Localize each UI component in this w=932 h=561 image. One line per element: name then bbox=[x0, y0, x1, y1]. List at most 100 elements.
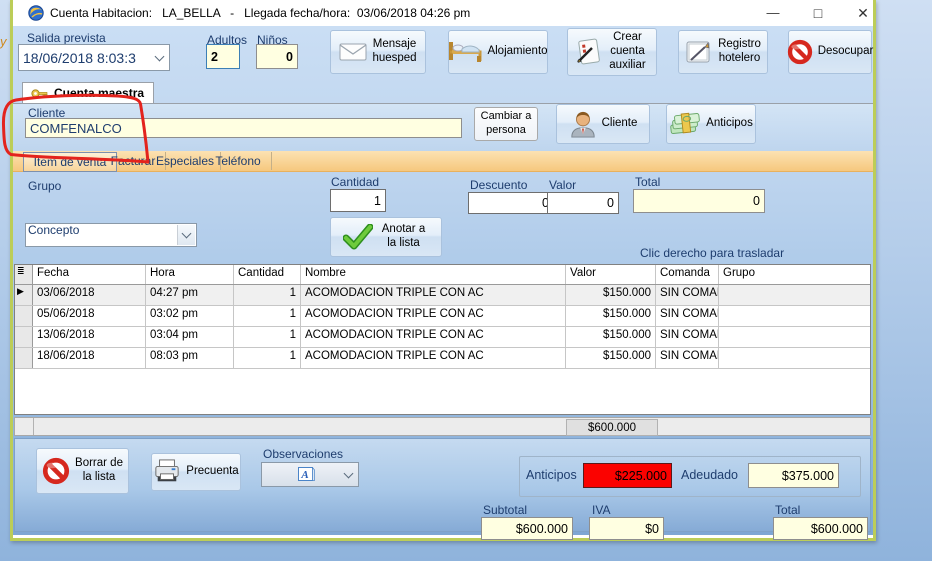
cell-grupo bbox=[719, 327, 870, 347]
col-header-hora[interactable]: Hora bbox=[146, 265, 234, 284]
anotar-a-la-lista-button[interactable]: Anotar a la lista bbox=[330, 217, 442, 257]
adultos-input[interactable]: 2 bbox=[206, 44, 240, 69]
grid-footer-selector-cell bbox=[15, 418, 34, 435]
cantidad-label: Cantidad bbox=[331, 175, 379, 189]
items-grid[interactable]: ≣ Fecha Hora Cantidad Nombre Valor Coman… bbox=[14, 264, 871, 415]
a-icon: A bbox=[298, 467, 315, 482]
cell-valor: $150.000 bbox=[566, 327, 656, 347]
cambiar-a-persona-label: Cambiar a persona bbox=[477, 110, 535, 138]
money-icon bbox=[669, 112, 701, 136]
col-header-grupo[interactable]: Grupo bbox=[719, 265, 870, 284]
row-selector[interactable] bbox=[15, 327, 33, 347]
cell-nombre: ACOMODACION TRIPLE CON AC bbox=[301, 285, 566, 305]
grid-footer: $600.000 bbox=[14, 417, 871, 436]
cell-hora: 04:27 pm bbox=[146, 285, 234, 305]
iva-label: IVA bbox=[592, 503, 610, 517]
valor-label: Valor bbox=[549, 178, 576, 192]
adeudado-value: $375.000 bbox=[748, 463, 839, 488]
cell-fecha: 05/06/2018 bbox=[33, 306, 146, 326]
precuenta-button[interactable]: Precuenta bbox=[151, 453, 241, 491]
grid-header-row: ≣ Fecha Hora Cantidad Nombre Valor Coman… bbox=[15, 265, 870, 285]
row-selector[interactable] bbox=[15, 306, 33, 326]
sub-tabstrip: Item de venta Facturar Especiales Teléfo… bbox=[13, 151, 873, 172]
alojamiento-label: Alojamiento bbox=[487, 45, 547, 59]
cell-grupo bbox=[719, 285, 870, 305]
printer-icon bbox=[153, 459, 181, 485]
anticipos-button[interactable]: Anticipos bbox=[666, 104, 756, 144]
cell-valor: $150.000 bbox=[566, 285, 656, 305]
desktop-background: y Cuenta Habitacion: LA_BELLA - Llegada … bbox=[0, 0, 932, 561]
ninos-input[interactable]: 0 bbox=[256, 44, 298, 69]
no-entry-icon bbox=[787, 39, 813, 65]
cell-grupo bbox=[719, 306, 870, 326]
tab-cuenta-maestra[interactable]: Cuenta maestra bbox=[22, 82, 154, 103]
table-row[interactable]: 13/06/2018 03:04 pm 1 ACOMODACION TRIPLE… bbox=[15, 327, 870, 348]
row-selector[interactable] bbox=[15, 348, 33, 368]
tab-telefono[interactable]: Teléfono bbox=[205, 152, 272, 170]
cambiar-a-persona-button[interactable]: Cambiar a persona bbox=[474, 107, 538, 141]
cell-hora: 08:03 pm bbox=[146, 348, 234, 368]
desocupar-button[interactable]: Desocupar bbox=[788, 30, 872, 74]
table-row[interactable]: 18/06/2018 08:03 pm 1 ACOMODACION TRIPLE… bbox=[15, 348, 870, 369]
subtotal-label: Subtotal bbox=[483, 503, 527, 517]
cliente-button-label: Cliente bbox=[602, 117, 638, 131]
bed-icon bbox=[448, 40, 482, 64]
bottom-panel: Borrar de la lista Precuenta Observacion… bbox=[14, 438, 871, 532]
row-selected-marker: ▶ bbox=[15, 285, 33, 305]
cell-hora: 03:04 pm bbox=[146, 327, 234, 347]
close-button[interactable]: ✕ bbox=[843, 0, 883, 26]
mensaje-huesped-button[interactable]: Mensaje huesped bbox=[330, 30, 426, 74]
chevron-down-icon[interactable] bbox=[151, 46, 168, 69]
concepto-label: Concepto bbox=[28, 223, 79, 237]
cliente-input[interactable]: COMFENALCO bbox=[25, 118, 462, 138]
registro-hotelero-label: Registro hotelero bbox=[718, 38, 762, 66]
alojamiento-button[interactable]: Alojamiento bbox=[448, 30, 548, 74]
cell-grupo bbox=[719, 348, 870, 368]
borrar-de-la-lista-label: Borrar de la lista bbox=[75, 457, 123, 485]
tab-item-de-venta-label: Item de venta bbox=[34, 155, 107, 169]
cantidad-input[interactable]: 1 bbox=[330, 189, 386, 212]
observaciones-label: Observaciones bbox=[263, 447, 343, 461]
valor-input[interactable]: 0 bbox=[547, 192, 619, 214]
col-header-valor[interactable]: Valor bbox=[566, 265, 656, 284]
tab-telefono-label: Teléfono bbox=[215, 154, 260, 168]
chevron-down-icon[interactable] bbox=[340, 464, 357, 485]
grupo-label: Grupo bbox=[28, 179, 61, 193]
cell-cantidad: 1 bbox=[234, 306, 301, 326]
minimize-button[interactable]: — bbox=[753, 0, 793, 26]
cell-hora: 03:02 pm bbox=[146, 306, 234, 326]
subtotal-value: $600.000 bbox=[481, 517, 573, 540]
window-title: Cuenta Habitacion: LA_BELLA - Llegada fe… bbox=[50, 6, 470, 20]
cell-fecha: 03/06/2018 bbox=[33, 285, 146, 305]
desocupar-label: Desocupar bbox=[818, 45, 874, 59]
total-input[interactable]: 0 bbox=[633, 189, 765, 213]
salida-prevista-label: Salida prevista bbox=[27, 31, 106, 45]
crear-cuenta-auxiliar-button[interactable]: Crear cuenta auxiliar bbox=[567, 28, 657, 76]
descuento-label: Descuento bbox=[470, 178, 527, 192]
cell-fecha: 13/06/2018 bbox=[33, 327, 146, 347]
registro-hotelero-button[interactable]: Registro hotelero bbox=[678, 30, 768, 74]
tab-cuenta-maestra-label: Cuenta maestra bbox=[54, 86, 144, 100]
app-window: Cuenta Habitacion: LA_BELLA - Llegada fe… bbox=[10, 0, 876, 541]
desktop-artifact: y bbox=[0, 34, 7, 49]
chevron-down-icon[interactable] bbox=[177, 225, 195, 245]
borrar-de-la-lista-button[interactable]: Borrar de la lista bbox=[36, 448, 129, 494]
descuento-input[interactable]: 0 bbox=[468, 192, 554, 214]
anticipos-value: $225.000 bbox=[583, 463, 672, 488]
anticipos-label: Anticipos bbox=[526, 468, 577, 482]
table-row[interactable]: ▶ 03/06/2018 04:27 pm 1 ACOMODACION TRIP… bbox=[15, 285, 870, 306]
cell-valor: $150.000 bbox=[566, 348, 656, 368]
maximize-button[interactable]: □ bbox=[798, 0, 838, 26]
cell-valor: $150.000 bbox=[566, 306, 656, 326]
col-header-comanda[interactable]: Comanda bbox=[656, 265, 719, 284]
iva-value: $0 bbox=[589, 517, 664, 540]
col-header-fecha[interactable]: Fecha bbox=[33, 265, 146, 284]
col-header-nombre[interactable]: Nombre bbox=[301, 265, 566, 284]
salida-prevista-combobox[interactable]: 18/06/2018 8:03:3 bbox=[18, 44, 170, 71]
cell-comanda: SIN COMANDA bbox=[656, 306, 719, 326]
observaciones-dropdown[interactable]: A bbox=[261, 462, 359, 487]
cliente-button[interactable]: Cliente bbox=[556, 104, 650, 144]
col-header-cantidad[interactable]: Cantidad bbox=[234, 265, 301, 284]
table-row[interactable]: 05/06/2018 03:02 pm 1 ACOMODACION TRIPLE… bbox=[15, 306, 870, 327]
person-icon bbox=[569, 110, 597, 138]
